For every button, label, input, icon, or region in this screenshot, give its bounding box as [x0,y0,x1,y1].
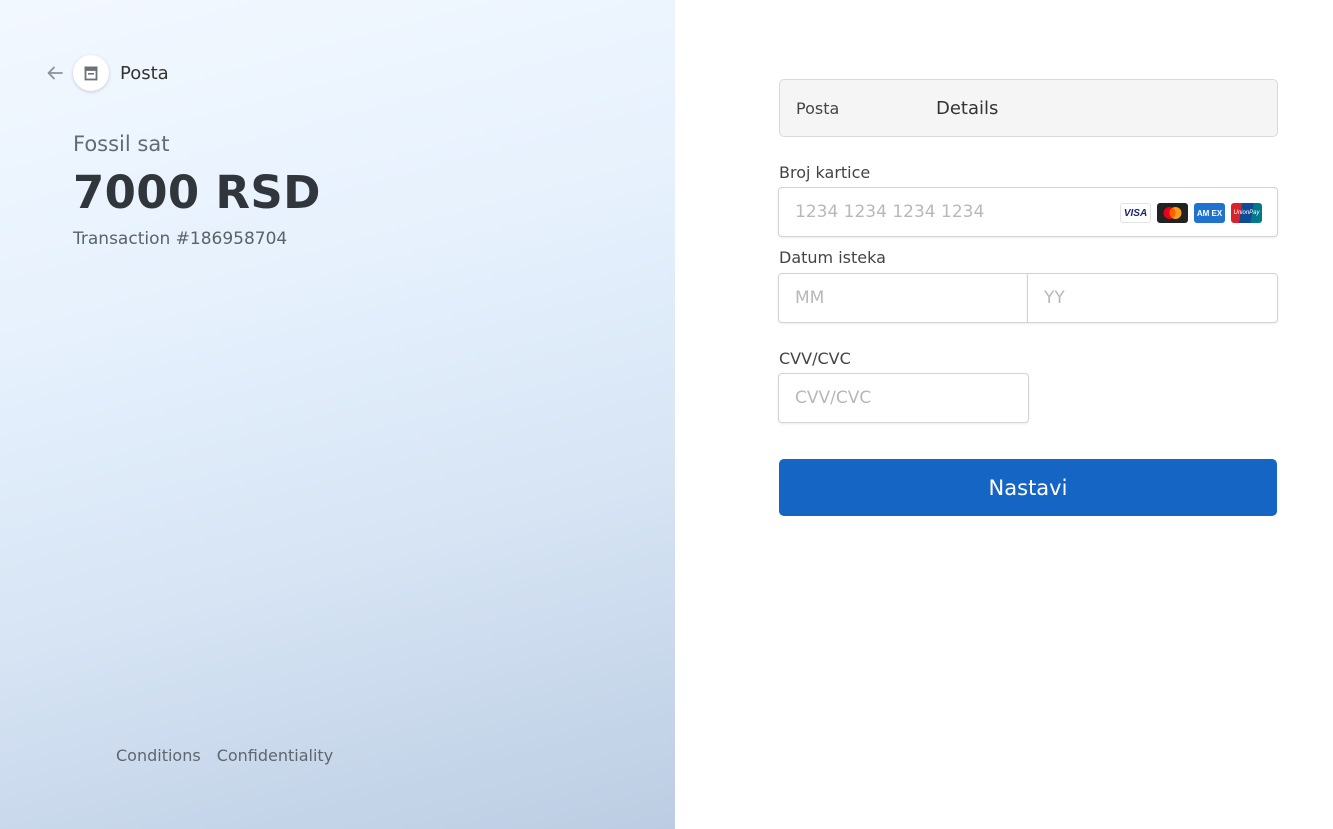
merchant-avatar [73,55,109,91]
card-brand-logos: VISA AM EX UnionPay [1120,203,1262,223]
back-button[interactable] [45,63,65,83]
details-label: Details [936,97,999,119]
transaction-id: Transaction #186958704 [73,229,288,249]
arrow-left-icon [47,66,63,80]
cvv-input[interactable] [778,373,1029,423]
order-summary-panel: Posta Fossil sat 7000 RSD Transaction #1… [0,0,675,829]
merchant-header: Posta [45,54,169,92]
confidentiality-link[interactable]: Confidentiality [217,746,333,765]
cvv-label: CVV/CVC [779,349,851,368]
unionpay-logo: UnionPay [1231,203,1262,223]
merchant-name: Posta [120,62,169,84]
continue-button[interactable]: Nastavi [779,459,1277,516]
conditions-link[interactable]: Conditions [116,746,201,765]
store-icon [84,66,98,81]
expiry-label: Datum isteka [779,248,886,267]
visa-logo: VISA [1120,203,1151,223]
expiry-year-input[interactable] [1027,273,1278,323]
product-name: Fossil sat [73,132,170,156]
card-number-label: Broj kartice [779,163,871,182]
details-toggle[interactable]: Posta Details [779,79,1278,137]
expiry-month-input[interactable] [778,273,1028,323]
footer-links: Conditions Confidentiality [116,746,333,765]
details-merchant-name: Posta [796,98,840,118]
mastercard-logo [1157,203,1188,223]
amex-logo: AM EX [1194,203,1225,223]
order-amount: 7000 RSD [73,166,321,219]
